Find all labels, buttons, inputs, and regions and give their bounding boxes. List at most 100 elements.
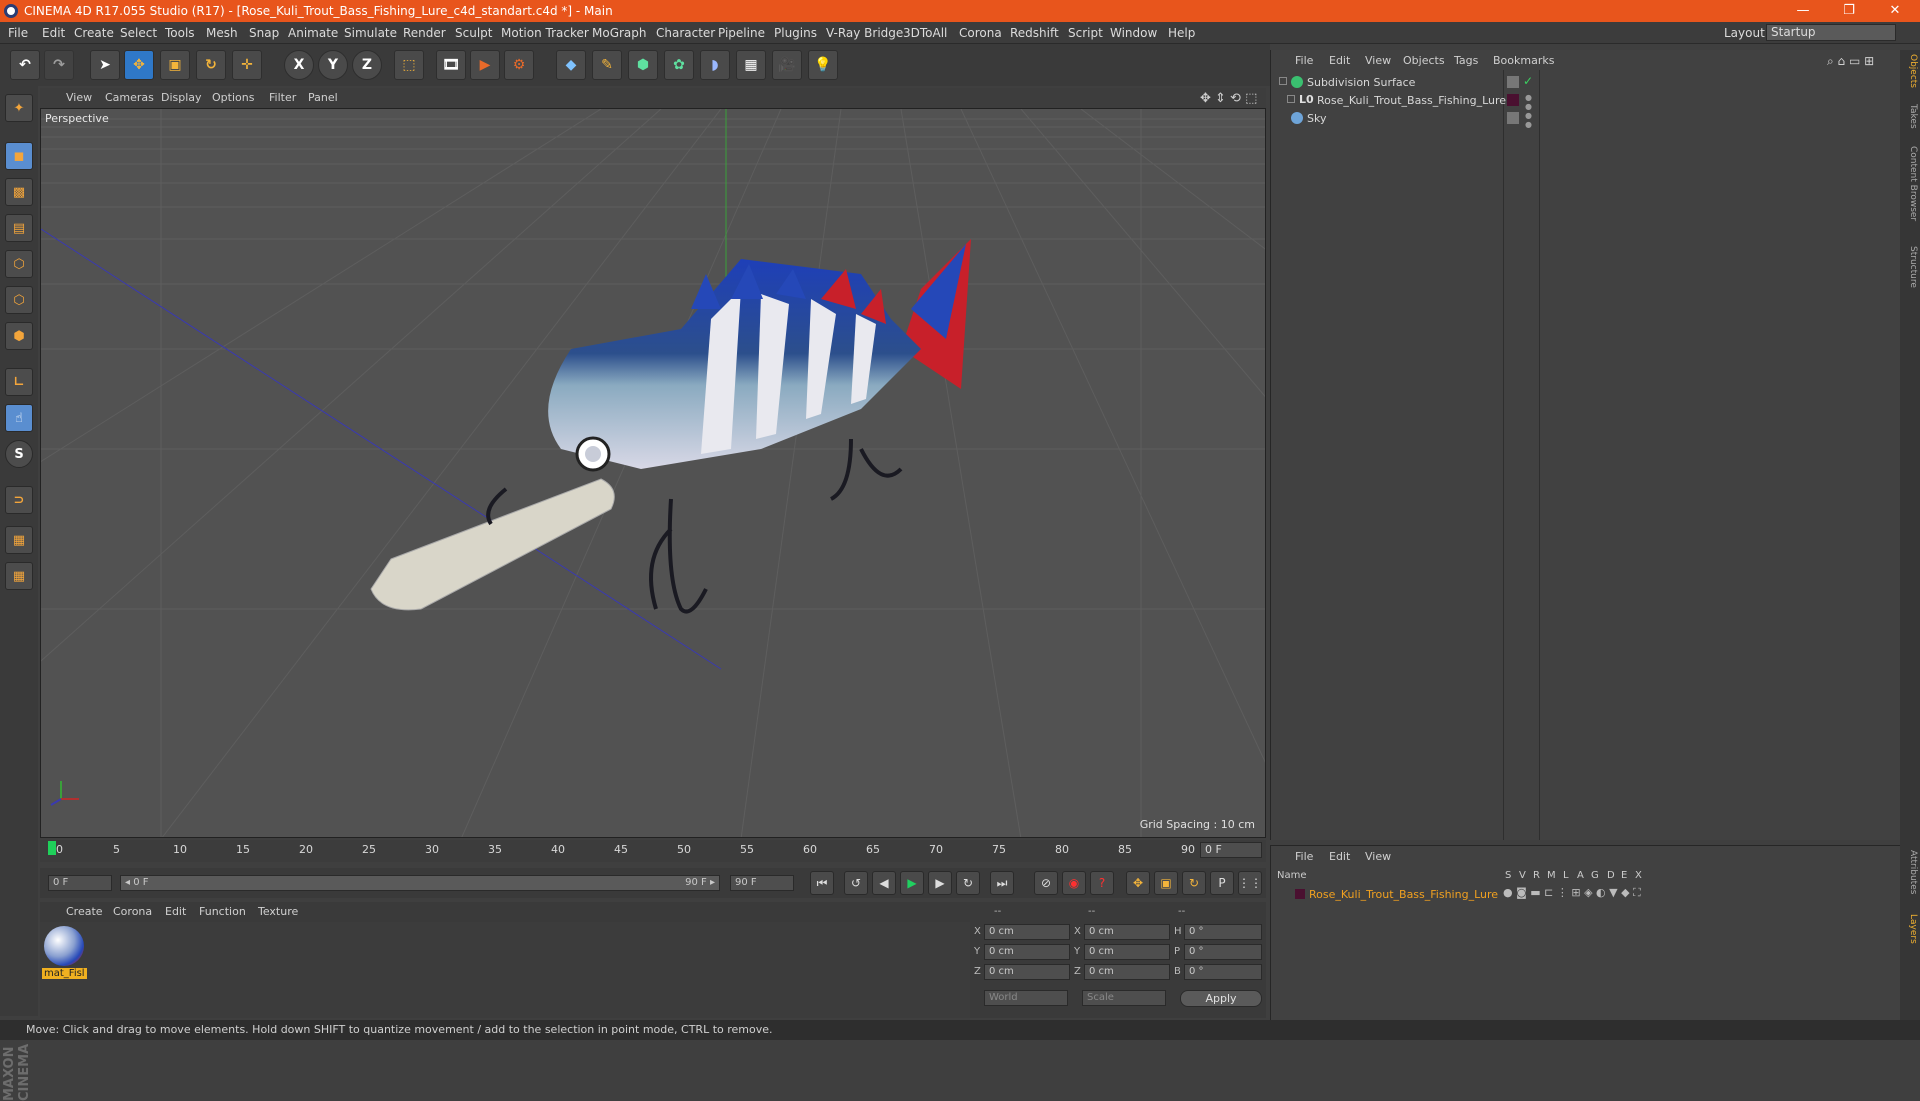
workplane-lock-icon[interactable]: ▦ (5, 526, 33, 554)
tab-layers[interactable]: Layers (1902, 914, 1918, 944)
tab-attributes[interactable]: Attributes (1902, 850, 1918, 894)
light-icon[interactable]: 💡 (808, 50, 838, 80)
playhead-marker[interactable] (48, 841, 56, 855)
menu-redshift[interactable]: Redshift (1010, 26, 1059, 40)
menu-render[interactable]: Render (403, 26, 446, 40)
size-z-field[interactable]: 0 cm (1084, 964, 1170, 980)
menu-file[interactable]: File (8, 26, 28, 40)
menu-animate[interactable]: Animate (288, 26, 338, 40)
select-arrow-icon[interactable]: ➤ (90, 50, 120, 80)
next-key-icon[interactable]: ↻ (956, 871, 980, 895)
objects-menu-edit[interactable]: Edit (1329, 54, 1350, 67)
goto-end-icon[interactable]: ⏭ (990, 871, 1014, 895)
objects-menu-view[interactable]: View (1365, 54, 1391, 67)
texture-mode-icon[interactable]: ▩ (5, 178, 33, 206)
coordinate-system-icon[interactable]: ⬚ (394, 50, 424, 80)
material-menu-function[interactable]: Function (199, 905, 246, 918)
menu-create[interactable]: Create (74, 26, 114, 40)
position-x-field[interactable]: 0 cm (984, 924, 1070, 940)
coordinate-space-select[interactable]: World (984, 990, 1068, 1006)
subdivision-surface-icon[interactable]: ⬢ (628, 50, 658, 80)
viewport-menu-view[interactable]: View (66, 91, 92, 104)
polygons-mode-icon[interactable]: ⬢ (5, 322, 33, 350)
layer-row[interactable]: Rose_Kuli_Trout_Bass_Fishing_Lure ● ◙ ▬ … (1271, 886, 1901, 904)
transform-tool-icon[interactable]: ✛ (232, 50, 262, 80)
cloner-icon[interactable]: ✿ (664, 50, 694, 80)
magnet-icon[interactable]: ⊃ (5, 486, 33, 514)
layers-menu-file[interactable]: File (1295, 850, 1313, 863)
workplane-icon[interactable]: ▤ (5, 214, 33, 242)
menu-sculpt[interactable]: Sculpt (455, 26, 492, 40)
rotation-p-field[interactable]: 0 ° (1184, 944, 1262, 960)
edges-mode-icon[interactable]: ⬡ (5, 286, 33, 314)
tweak-mode-icon[interactable]: ☝ (5, 404, 33, 432)
scale-tool-icon[interactable]: ▣ (160, 50, 190, 80)
viewport-menu-cameras[interactable]: Cameras (105, 91, 154, 104)
viewport-nav-icons[interactable]: ✥ ⇕ ⟲ ⬚ (1200, 91, 1257, 106)
objects-menu-objects[interactable]: Objects (1403, 54, 1445, 67)
objects-search-icon[interactable]: ⌕ ⌂ ▭ ⊞ (1827, 54, 1874, 69)
make-editable-icon[interactable]: ✦ (5, 94, 33, 122)
render-settings-icon[interactable]: ⚙ (504, 50, 534, 80)
material-preview-swatch[interactable] (44, 926, 84, 966)
size-x-field[interactable]: 0 cm (1084, 924, 1170, 940)
tab-content-browser[interactable]: Content Browser (1902, 146, 1918, 221)
key-pla-icon[interactable]: ⋮⋮ (1238, 871, 1262, 895)
planar-workplane-icon[interactable]: ▦ (5, 562, 33, 590)
render-picture-viewer-icon[interactable]: ▶ (470, 50, 500, 80)
menu-3dtoall[interactable]: 3DToAll (903, 26, 947, 40)
material-menu-create[interactable]: Create (66, 905, 103, 918)
prev-frame-icon[interactable]: ◀ (872, 871, 896, 895)
points-mode-icon[interactable]: ⬡ (5, 250, 33, 278)
close-button[interactable]: ✕ (1872, 0, 1918, 22)
position-z-field[interactable]: 0 cm (984, 964, 1070, 980)
spline-pen-icon[interactable]: ✎ (592, 50, 622, 80)
menu-plugins[interactable]: Plugins (774, 26, 817, 40)
end-frame-field[interactable]: 90 F (730, 875, 794, 891)
snap-icon[interactable]: S (5, 440, 33, 468)
goto-start-icon[interactable]: ⏮ (810, 871, 834, 895)
layer-name[interactable]: Rose_Kuli_Trout_Bass_Fishing_Lure (1309, 888, 1498, 901)
menu-corona[interactable]: Corona (959, 26, 1002, 40)
cube-primitive-icon[interactable]: ◆ (556, 50, 586, 80)
perspective-viewport[interactable]: Perspective Grid Spacing : 10 cm (40, 108, 1266, 838)
undo-icon[interactable]: ↶ (10, 50, 40, 80)
visibility-dots-icon[interactable]: ● ● (1525, 111, 1532, 129)
size-y-field[interactable]: 0 cm (1084, 944, 1170, 960)
menu-mograph[interactable]: MoGraph (592, 26, 647, 40)
layout-select[interactable]: Startup (1766, 24, 1896, 41)
object-row-sky[interactable]: Sky ● ● (1271, 110, 1901, 129)
rotation-h-field[interactable]: 0 ° (1184, 924, 1262, 940)
viewport-menu-display[interactable]: Display (161, 91, 202, 104)
enabled-check-icon[interactable]: ✓ (1523, 74, 1533, 88)
key-rotation-icon[interactable]: ↻ (1182, 871, 1206, 895)
tab-structure[interactable]: Structure (1902, 246, 1918, 288)
material-menu-edit[interactable]: Edit (165, 905, 186, 918)
menu-help[interactable]: Help (1168, 26, 1195, 40)
y-axis-lock-button[interactable]: Y (318, 50, 348, 80)
layer-flags-icons[interactable]: ● ◙ ▬ ⊏ ⋮ ⊞ ◈ ◐ ▼ ◆ ⛶ (1503, 886, 1641, 900)
minimize-button[interactable]: — (1780, 0, 1826, 22)
deformer-icon[interactable]: ◗ (700, 50, 730, 80)
viewport-menu-options[interactable]: Options (212, 91, 254, 104)
menu-edit[interactable]: Edit (42, 26, 65, 40)
viewport-menu-filter[interactable]: Filter (269, 91, 296, 104)
menu-pipeline[interactable]: Pipeline (718, 26, 765, 40)
start-frame-field[interactable]: 0 F (48, 875, 112, 891)
play-icon[interactable]: ▶ (900, 871, 924, 895)
menu-script[interactable]: Script (1068, 26, 1103, 40)
menu-simulate[interactable]: Simulate (344, 26, 397, 40)
prev-key-icon[interactable]: ↺ (844, 871, 868, 895)
maximize-button[interactable]: ❐ (1826, 0, 1872, 22)
camera-icon[interactable]: 🎥 (772, 50, 802, 80)
material-name-label[interactable]: mat_Fisl (42, 968, 87, 979)
objects-menu-file[interactable]: File (1295, 54, 1313, 67)
menu-character[interactable]: Character (656, 26, 715, 40)
expand-toggle-icon[interactable] (1287, 95, 1295, 103)
viewport-menu-panel[interactable]: Panel (308, 91, 338, 104)
apply-button[interactable]: Apply (1180, 990, 1262, 1007)
model-mode-icon[interactable]: ◼ (5, 142, 33, 170)
menu-select[interactable]: Select (120, 26, 157, 40)
z-axis-lock-button[interactable]: Z (352, 50, 382, 80)
timeline-ruler[interactable]: 0 5 10 15 20 25 30 35 40 45 50 55 60 65 … (40, 840, 1266, 862)
